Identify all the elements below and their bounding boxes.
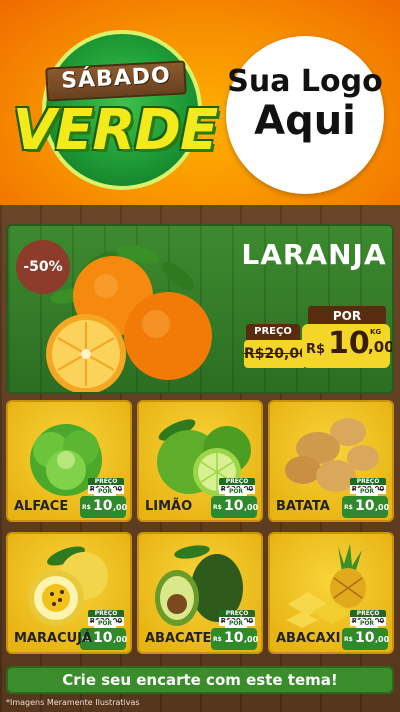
preco-label: PREÇO <box>88 610 124 617</box>
hero-offer-card[interactable]: -50% LARANJA POR PREÇO R$20,00 R$ 10 KG … <box>6 224 394 394</box>
price-cents: ,00 <box>375 635 390 644</box>
por-label: POR <box>225 488 247 496</box>
por-label: POR <box>356 620 378 628</box>
por-label: POR <box>225 620 247 628</box>
price-integer: 10 <box>224 630 244 646</box>
price-currency: R$ <box>344 636 353 643</box>
product-card-limao[interactable]: PREÇOR$20,00 PORR$10,00 LIMÃO <box>137 400 263 522</box>
discount-badge: -50% <box>16 240 70 294</box>
price-cents: ,00 <box>113 503 128 512</box>
price-currency: R$ <box>82 504 91 511</box>
preco-label: PREÇO <box>350 478 386 485</box>
sabado-verde-badge: SÁBADO VERDE <box>13 26 218 201</box>
price-box: POR R$ 10,00 <box>80 488 128 518</box>
product-name: ALFACE <box>14 499 69 514</box>
product-name: LIMÃO <box>145 499 193 514</box>
cta-banner[interactable]: Crie seu encarte com este tema! <box>6 666 394 694</box>
price-integer: 10 <box>93 498 113 514</box>
price-currency: R$ <box>213 636 222 643</box>
price-integer: 10 <box>355 630 375 646</box>
por-label: POR <box>356 488 378 496</box>
price-currency: R$ <box>306 342 326 357</box>
price-box: POR R$ 10,00 <box>211 488 259 518</box>
preco-label: PREÇO <box>219 478 255 485</box>
price-integer: 10 <box>224 498 244 514</box>
preco-label: PREÇO <box>246 324 300 340</box>
por-label: POR <box>94 620 116 628</box>
price-box: POR R$ 10,00 <box>342 620 390 650</box>
preco-label: PREÇO <box>350 610 386 617</box>
price-cents: ,00 <box>368 338 394 356</box>
product-card-abacate[interactable]: PREÇOR$20,00 PORR$10,00 ABACATE <box>137 532 263 654</box>
product-card-maracuja[interactable]: PREÇOR$20,00 PORR$10,00 MARACUJÁ <box>6 532 132 654</box>
badge-main-text: VERDE <box>12 98 218 163</box>
price-unit: KG <box>370 328 382 336</box>
product-name: ABACATE <box>145 631 212 646</box>
price-currency: R$ <box>213 504 222 511</box>
product-card-abacaxi[interactable]: PREÇOR$20,00 PORR$10,00 ABACAXI <box>268 532 394 654</box>
product-card-batata[interactable]: PREÇOR$20,00 PORR$10,00 BATATA <box>268 400 394 522</box>
product-name: MARACUJÁ <box>14 631 93 646</box>
price-cents: ,00 <box>244 503 259 512</box>
price-integer: 10 <box>355 498 375 514</box>
product-name: ABACAXI <box>276 631 341 646</box>
hero-product-name: LARANJA <box>241 238 387 271</box>
price-integer: 10 <box>328 326 370 361</box>
price-box: R$ 10 KG ,00 <box>302 324 392 368</box>
preco-label: PREÇO <box>88 478 124 485</box>
product-name: BATATA <box>276 499 330 514</box>
header-banner: SÁBADO VERDE Sua Logo Aqui <box>0 0 400 205</box>
disclaimer-text: *Imagens Meramente Ilustrativas <box>6 698 140 707</box>
price-integer: 10 <box>93 630 113 646</box>
old-price: R$20,00 <box>244 346 309 362</box>
logo-placeholder-line2: Aqui <box>254 98 356 144</box>
logo-placeholder-line1: Sua Logo <box>227 64 383 99</box>
product-card-alface[interactable]: PREÇOR$20,00 PORR$10,00 ALFACE <box>6 400 132 522</box>
old-price-box: R$20,00 <box>244 340 309 368</box>
logo-placeholder[interactable]: Sua Logo Aqui <box>226 36 384 194</box>
price-cents: ,00 <box>244 635 259 644</box>
por-label: POR <box>308 306 386 326</box>
price-cents: ,00 <box>113 635 128 644</box>
price-box: POR R$ 10,00 <box>342 488 390 518</box>
preco-label: PREÇO <box>219 610 255 617</box>
price-currency: R$ <box>344 504 353 511</box>
por-label: POR <box>94 488 116 496</box>
price-cents: ,00 <box>375 503 390 512</box>
price-box: POR R$ 10,00 <box>211 620 259 650</box>
